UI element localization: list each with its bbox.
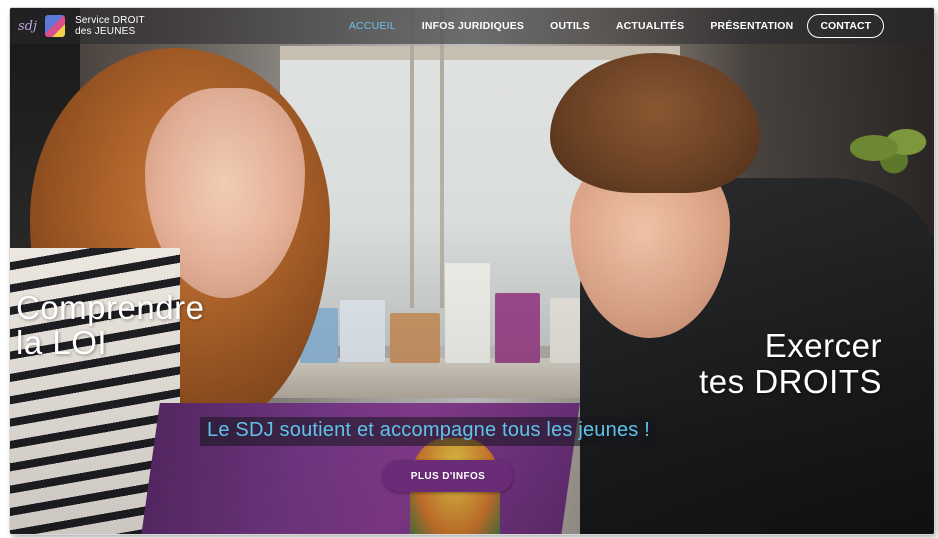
brand-name: Service DROIT des JEUNES	[75, 15, 145, 37]
hero-tagline: Le SDJ soutient et accompagne tous les j…	[200, 417, 657, 446]
hero-heading-left-line2: la LOI	[16, 324, 108, 361]
nav-item-infos-juridiques[interactable]: INFOS JURIDIQUES	[422, 20, 524, 32]
hero-heading-right-line1: Exercer	[764, 327, 882, 364]
nav-item-outils[interactable]: OUTILS	[550, 20, 590, 32]
hero-heading-left-line1: Comprendre	[16, 289, 205, 326]
hero-background-photo	[10, 8, 934, 534]
site-logo[interactable]: sdj Service DROIT des JEUNES	[18, 15, 145, 37]
brand-name-line2: des JEUNES	[75, 26, 136, 37]
contact-button[interactable]: CONTACT	[807, 14, 884, 38]
plus-d-infos-button[interactable]: PLUS D'INFOS	[383, 460, 513, 492]
nav-item-actualites[interactable]: ACTUALITÉS	[616, 20, 685, 32]
hero-heading-right-line2: tes DROITS	[699, 363, 882, 400]
hero-heading-right: Exercer tes DROITS	[699, 328, 882, 400]
brand-mark: sdj	[18, 18, 38, 34]
nav-item-presentation[interactable]: PRÉSENTATION	[710, 20, 793, 32]
hero-heading-left: Comprendre la LOI	[16, 290, 204, 360]
photo-shade-overlay	[10, 8, 934, 534]
top-navigation-bar: sdj Service DROIT des JEUNES ACCUEIL INF…	[10, 8, 934, 44]
brand-name-line1: Service DROIT	[75, 15, 145, 26]
main-nav: ACCUEIL INFOS JURIDIQUES OUTILS ACTUALIT…	[323, 8, 884, 44]
brand-logo-icon	[45, 15, 66, 37]
page-frame: sdj Service DROIT des JEUNES ACCUEIL INF…	[10, 8, 934, 534]
nav-item-accueil[interactable]: ACCUEIL	[349, 20, 396, 32]
